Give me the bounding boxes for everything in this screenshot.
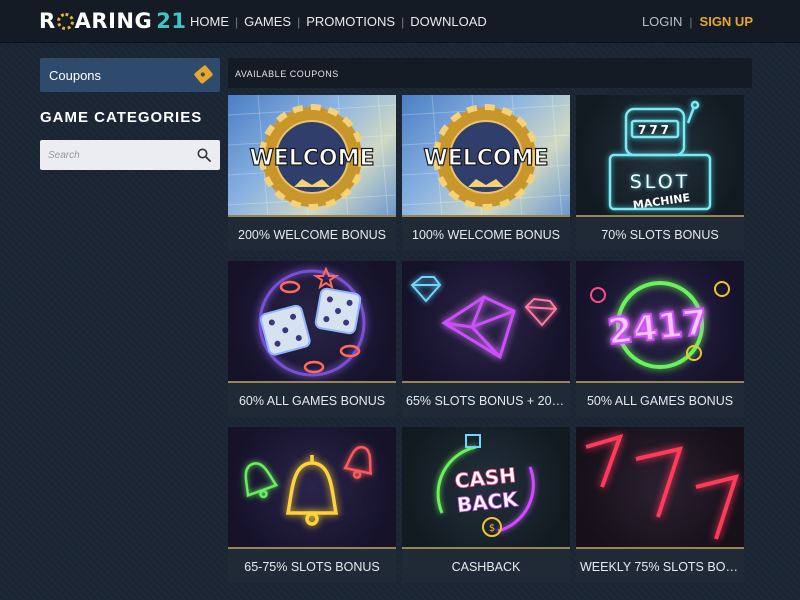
login-link[interactable]: LOGIN [642, 14, 682, 29]
available-coupons-header: AVAILABLE COUPONS [228, 58, 752, 88]
top-bar: R ARING 21 HOME | GAMES | PROMOTIONS | D… [0, 0, 800, 43]
auth-links: LOGIN | SIGN UP [642, 14, 753, 29]
ticket-icon [193, 64, 214, 85]
signup-link[interactable]: SIGN UP [700, 14, 753, 29]
coupon-label: 60% ALL GAMES BONUS [238, 394, 386, 408]
nav-promotions[interactable]: PROMOTIONS [306, 14, 395, 29]
logo-text-a: R [39, 9, 56, 33]
slot-machine-image: 777 SLOT MACHINE [576, 95, 744, 217]
coupon-label: 65-75% SLOTS BONUS [244, 560, 380, 574]
logo-text-b: ARING [74, 9, 153, 33]
chip-icon [56, 12, 74, 30]
main-nav: HOME | GAMES | PROMOTIONS | DOWNLOAD [190, 14, 487, 29]
nav-games[interactable]: GAMES [244, 14, 291, 29]
nav-download[interactable]: DOWNLOAD [410, 14, 487, 29]
logo[interactable]: R ARING 21 [39, 9, 186, 33]
search-box [40, 140, 220, 170]
back-art-text: BACK [456, 487, 521, 517]
coupon-card[interactable]: CASH BACK $ CASHBACK [402, 427, 570, 583]
search-icon[interactable] [197, 148, 211, 162]
coupon-card[interactable]: 2417 50% ALL GAMES BONUS [576, 261, 744, 417]
coupon-card[interactable]: 65% SLOTS BONUS + 20 F... [402, 261, 570, 417]
slot-art-text: SLOT [630, 171, 691, 193]
welcome-chip-image: WELCOME [402, 95, 570, 217]
welcome-art-text: WELCOME [249, 146, 374, 171]
cashback-image: CASH BACK $ [402, 427, 570, 549]
2417-image: 2417 [576, 261, 744, 383]
nav-divider: | [235, 14, 239, 29]
welcome-chip-image: WELCOME [228, 95, 396, 217]
coupon-label: CASHBACK [451, 560, 521, 574]
welcome-art-text: WELCOME [423, 146, 548, 171]
dice-image [228, 261, 396, 383]
coupon-grid: WELCOME 200% WELCOME BONUS WELCOME 100% … [228, 95, 746, 583]
logo-number: 21 [156, 9, 187, 33]
auth-divider: | [689, 14, 693, 29]
coupon-card[interactable]: 60% ALL GAMES BONUS [228, 261, 396, 417]
nav-divider: | [297, 14, 301, 29]
coupon-card[interactable]: WEEKLY 75% SLOTS BONUS [576, 427, 744, 583]
game-categories-title: GAME CATEGORIES [40, 109, 203, 126]
diamond-image [402, 261, 570, 383]
coupons-button[interactable]: Coupons [40, 58, 220, 92]
nav-home[interactable]: HOME [190, 14, 229, 29]
coupon-label: 70% SLOTS BONUS [601, 228, 719, 242]
coupon-label: 200% WELCOME BONUS [238, 228, 386, 242]
bells-image [228, 427, 396, 549]
nav-divider: | [401, 14, 405, 29]
coupon-label: WEEKLY 75% SLOTS BONUS [580, 560, 744, 574]
svg-text:777: 777 [638, 123, 672, 137]
coupon-card[interactable]: 777 SLOT MACHINE 70% SLOTS BONUS [576, 95, 744, 251]
search-input[interactable] [40, 140, 190, 170]
coupon-label: 50% ALL GAMES BONUS [586, 394, 734, 408]
coupon-card[interactable]: WELCOME 100% WELCOME BONUS [402, 95, 570, 251]
coupon-card[interactable]: 65-75% SLOTS BONUS [228, 427, 396, 583]
coupons-label: Coupons [49, 68, 102, 83]
svg-text:$: $ [489, 523, 495, 534]
coupon-card[interactable]: WELCOME 200% WELCOME BONUS [228, 95, 396, 251]
coupon-label: 100% WELCOME BONUS [412, 228, 560, 242]
sevens-image [576, 427, 744, 549]
coupon-label: 65% SLOTS BONUS + 20 F... [406, 394, 570, 408]
